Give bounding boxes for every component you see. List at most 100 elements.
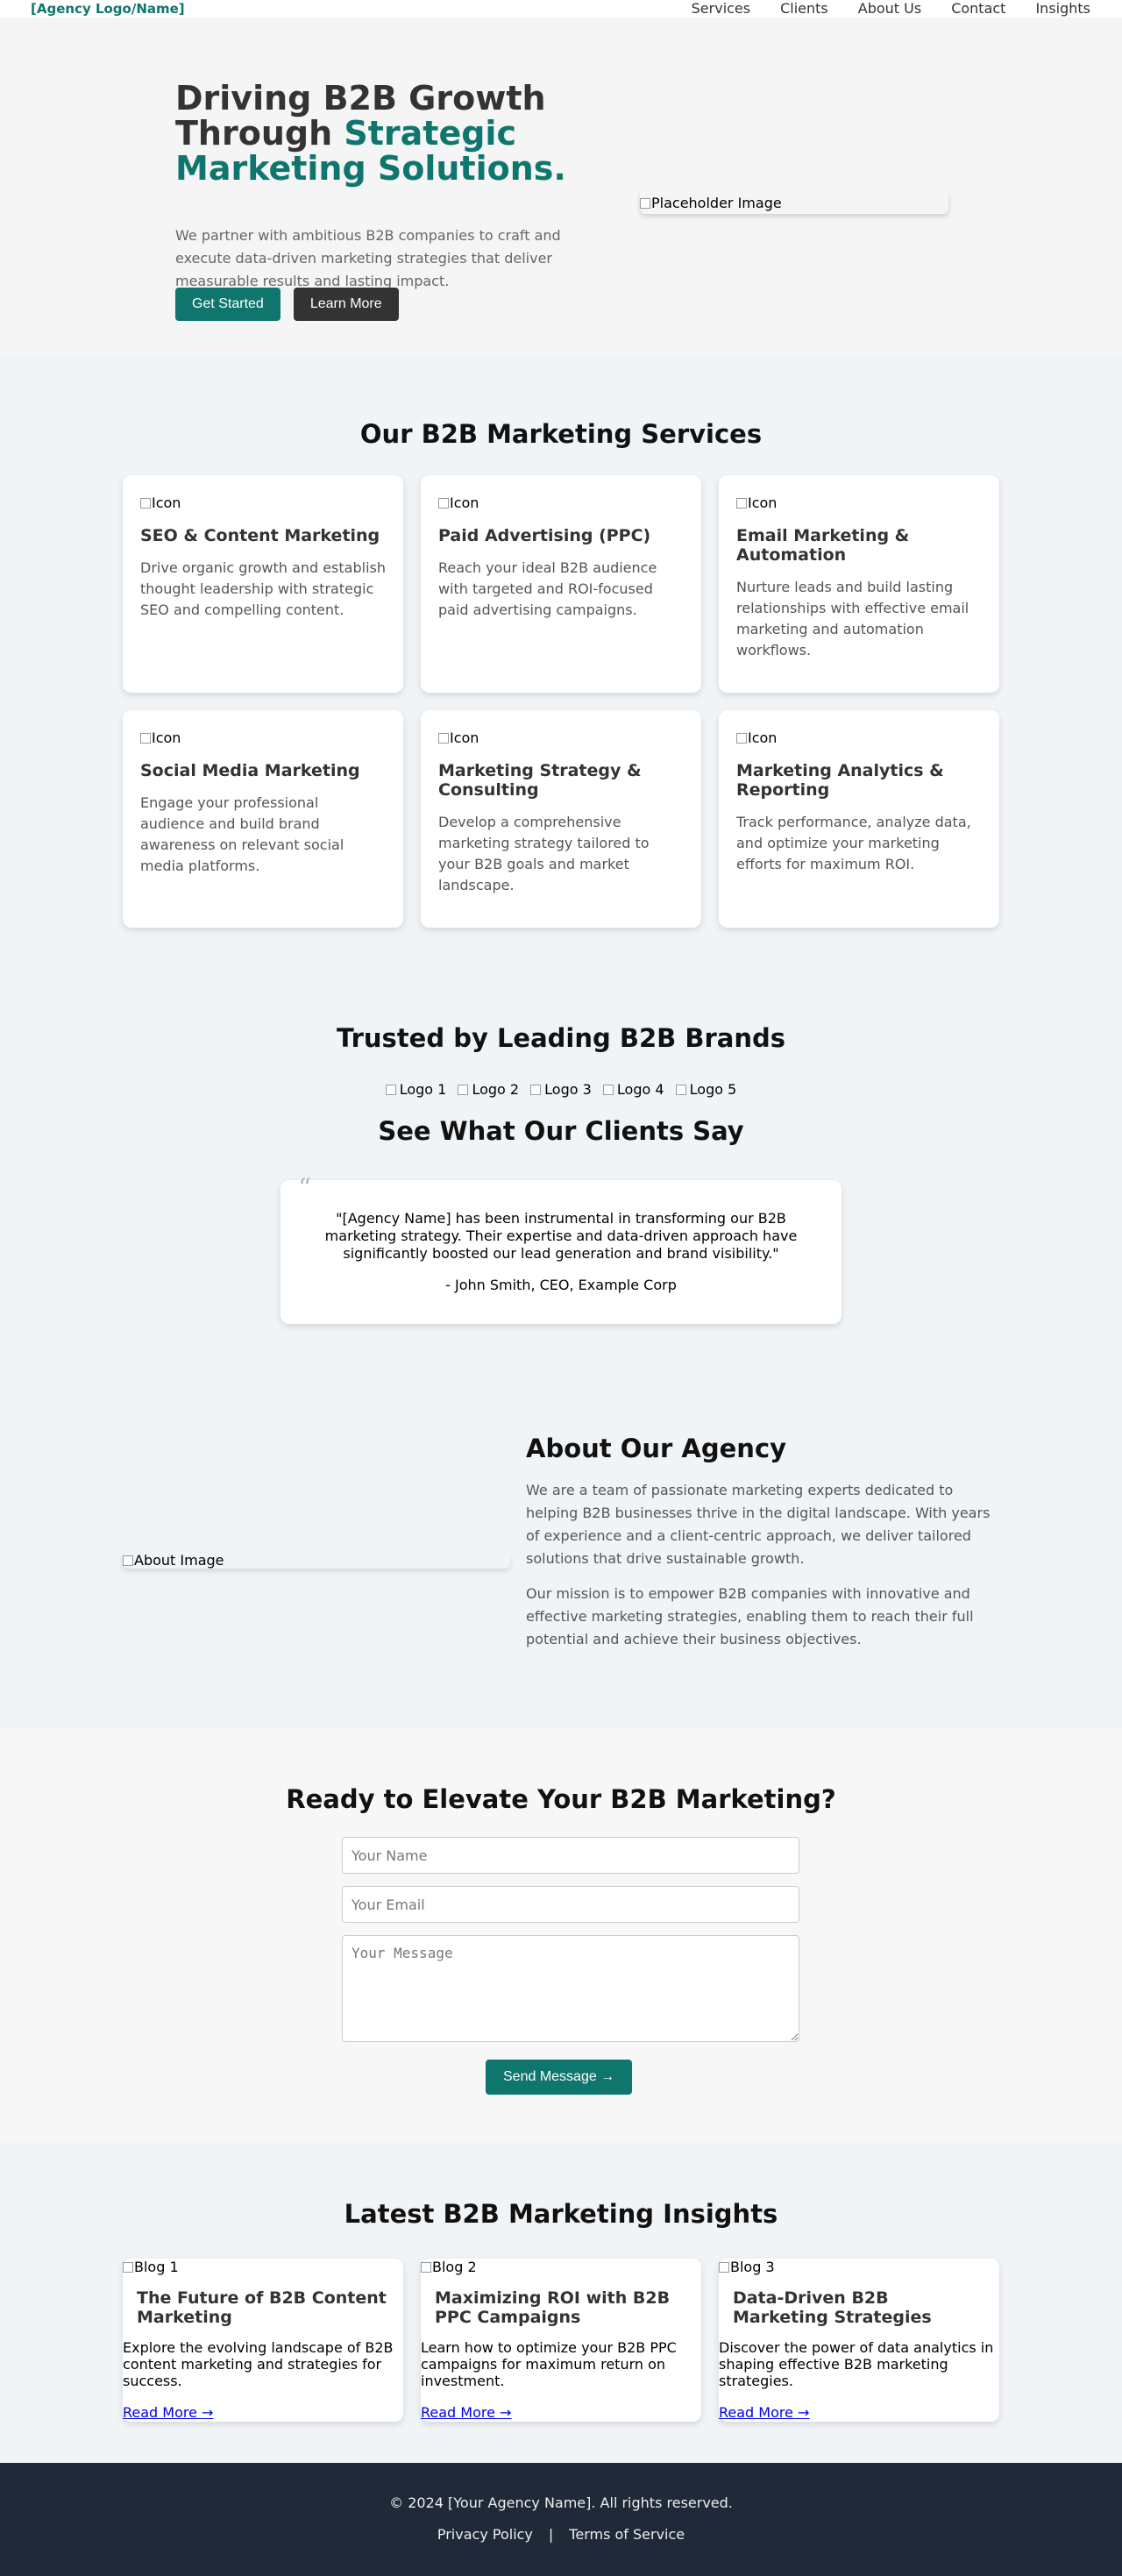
services-title: Our B2B Marketing Services [359, 419, 763, 449]
blog-image-alt: Blog 3 [730, 2259, 775, 2275]
client-logo: Logo 5 [674, 1081, 739, 1098]
service-description: Drive organic growth and establish thoug… [140, 559, 386, 618]
broken-image-icon [458, 1085, 469, 1095]
service-title: Social Media Marketing [140, 761, 360, 780]
about-image: About Image [123, 1551, 510, 1569]
blog-excerpt: Explore the evolving landscape of B2B co… [123, 2339, 394, 2389]
top-nav: [Agency Logo/Name] Services Clients Abou… [0, 0, 1122, 18]
hero-section: Driving B2B Growth Through Strategic Mar… [0, 18, 1122, 356]
service-icon-alt: Icon [450, 729, 479, 746]
service-card: Icon Email Marketing & Automation Nurtur… [719, 475, 999, 693]
footer-copyright: © 2024 [Your Agency Name]. All rights re… [389, 2494, 733, 2511]
blog-title: Data-Driven B2B Marketing Strategies [733, 2288, 932, 2327]
service-icon-alt: Icon [748, 729, 778, 746]
service-icon-alt: Icon [152, 495, 181, 511]
about-paragraph: Our mission is to empower B2B companies … [526, 1585, 974, 1647]
service-icon: Icon [140, 728, 386, 749]
privacy-policy-link[interactable]: Privacy Policy [437, 2526, 533, 2543]
client-logo: Logo 2 [456, 1081, 521, 1098]
get-started-button[interactable]: Get Started [175, 288, 280, 321]
send-message-button[interactable]: Send Message → [486, 2060, 633, 2095]
hero-title: Driving B2B Growth Through Strategic Mar… [175, 81, 587, 186]
service-description: Nurture leads and build lasting relation… [736, 579, 969, 658]
service-title: Email Marketing & Automation [736, 526, 910, 565]
hero-title-line2: Through [175, 114, 344, 153]
nav-links: Services Clients About Us Contact Insigh… [662, 0, 1090, 18]
service-card: Icon Paid Advertising (PPC) Reach your i… [421, 475, 701, 693]
service-icon-alt: Icon [450, 495, 479, 511]
name-input[interactable] [342, 1837, 799, 1874]
client-logo-alt: Logo 4 [616, 1081, 664, 1098]
footer-links: Privacy Policy | Terms of Service [0, 2526, 1122, 2543]
broken-image-icon [140, 498, 151, 509]
broken-image-icon [421, 2262, 431, 2273]
blog-card: Blog 2 Maximizing ROI with B2B PPC Campa… [421, 2259, 701, 2422]
nav-link-contact[interactable]: Contact [951, 0, 1005, 18]
testimonial-card: “ "[Agency Name] has been instrumental i… [280, 1173, 842, 1324]
contact-title: Ready to Elevate Your B2B Marketing? [286, 1784, 836, 1814]
service-card: Icon Marketing Strategy & Consulting Dev… [421, 710, 701, 928]
about-section: About Image About Our Agency We are a te… [0, 1384, 1122, 1728]
service-icon: Icon [438, 728, 684, 749]
service-title: Paid Advertising (PPC) [438, 526, 651, 545]
hero-image: Placeholder Image [640, 189, 948, 214]
service-icon: Icon [140, 493, 386, 514]
service-card: Icon Marketing Analytics & Reporting Tra… [719, 710, 999, 928]
trusted-title: Trusted by Leading B2B Brands [337, 1023, 785, 1053]
service-description: Track performance, analyze data, and opt… [736, 814, 971, 872]
blog-image: Blog 2 [421, 2259, 701, 2276]
broken-image-icon [736, 498, 747, 509]
broken-image-icon [719, 2262, 729, 2273]
client-logo: Logo 3 [529, 1081, 593, 1098]
blog-image-alt: Blog 2 [432, 2259, 477, 2275]
about-title: About Our Agency [526, 1434, 787, 1463]
read-more-link[interactable]: Read More → [719, 2404, 809, 2422]
client-logo-alt: Logo 2 [472, 1081, 520, 1098]
service-title: Marketing Analytics & Reporting [736, 761, 944, 800]
client-logo: Logo 1 [384, 1081, 449, 1098]
nav-link-insights[interactable]: Insights [1035, 0, 1090, 18]
nav-link-about[interactable]: About Us [858, 0, 921, 18]
client-logo-alt: Logo 1 [399, 1081, 447, 1098]
broken-image-icon [385, 1085, 396, 1095]
learn-more-button[interactable]: Learn More [293, 288, 399, 321]
hero-image-alt: Placeholder Image [651, 195, 782, 211]
agency-logo[interactable]: [Agency Logo/Name] [31, 0, 185, 18]
service-description: Engage your professional audience and bu… [140, 794, 344, 874]
hero-title-line1: Driving B2B Growth [175, 79, 546, 117]
broken-image-icon [530, 1085, 542, 1095]
read-more-link[interactable]: Read More → [123, 2404, 213, 2422]
footer-separator: | [548, 2526, 554, 2543]
blog-image: Blog 3 [719, 2259, 999, 2276]
footer: © 2024 [Your Agency Name]. All rights re… [0, 2463, 1122, 2576]
client-logos: Logo 1 Logo 2 Logo 3 Logo 4 Logo 5 [0, 1081, 1122, 1098]
blog-image: Blog 1 [123, 2259, 403, 2276]
nav-link-clients[interactable]: Clients [780, 0, 828, 18]
service-icon: Icon [736, 493, 982, 514]
terms-of-service-link[interactable]: Terms of Service [569, 2526, 685, 2543]
email-input[interactable] [342, 1886, 799, 1923]
clients-section: Trusted by Leading B2B Brands Logo 1 Log… [0, 964, 1122, 1384]
insights-section: Latest B2B Marketing Insights Blog 1 The… [0, 2141, 1122, 2463]
service-icon: Icon [736, 728, 982, 749]
broken-image-icon [140, 733, 151, 744]
service-description: Develop a comprehensive marketing strate… [438, 814, 650, 893]
broken-image-icon [675, 1085, 686, 1095]
read-more-link[interactable]: Read More → [421, 2404, 511, 2422]
broken-image-icon [438, 733, 449, 744]
service-icon: Icon [438, 493, 684, 514]
client-logo: Logo 4 [601, 1081, 666, 1098]
service-icon-alt: Icon [152, 729, 181, 746]
about-paragraph: We are a team of passionate marketing ex… [526, 1482, 991, 1567]
message-textarea[interactable] [342, 1935, 799, 2042]
testimonials-title: See What Our Clients Say [378, 1116, 744, 1146]
service-description: Reach your ideal B2B audience with targe… [438, 559, 657, 618]
testimonial-author: - John Smith, CEO, Example Corp [445, 1277, 677, 1293]
broken-image-icon [736, 733, 747, 744]
broken-image-icon [123, 2262, 133, 2273]
blog-title: Maximizing ROI with B2B PPC Campaigns [435, 2288, 671, 2327]
blog-excerpt: Discover the power of data analytics in … [719, 2339, 994, 2389]
client-logo-alt: Logo 5 [689, 1081, 737, 1098]
nav-link-services[interactable]: Services [692, 0, 750, 18]
blog-card: Blog 1 The Future of B2B Content Marketi… [123, 2259, 403, 2422]
